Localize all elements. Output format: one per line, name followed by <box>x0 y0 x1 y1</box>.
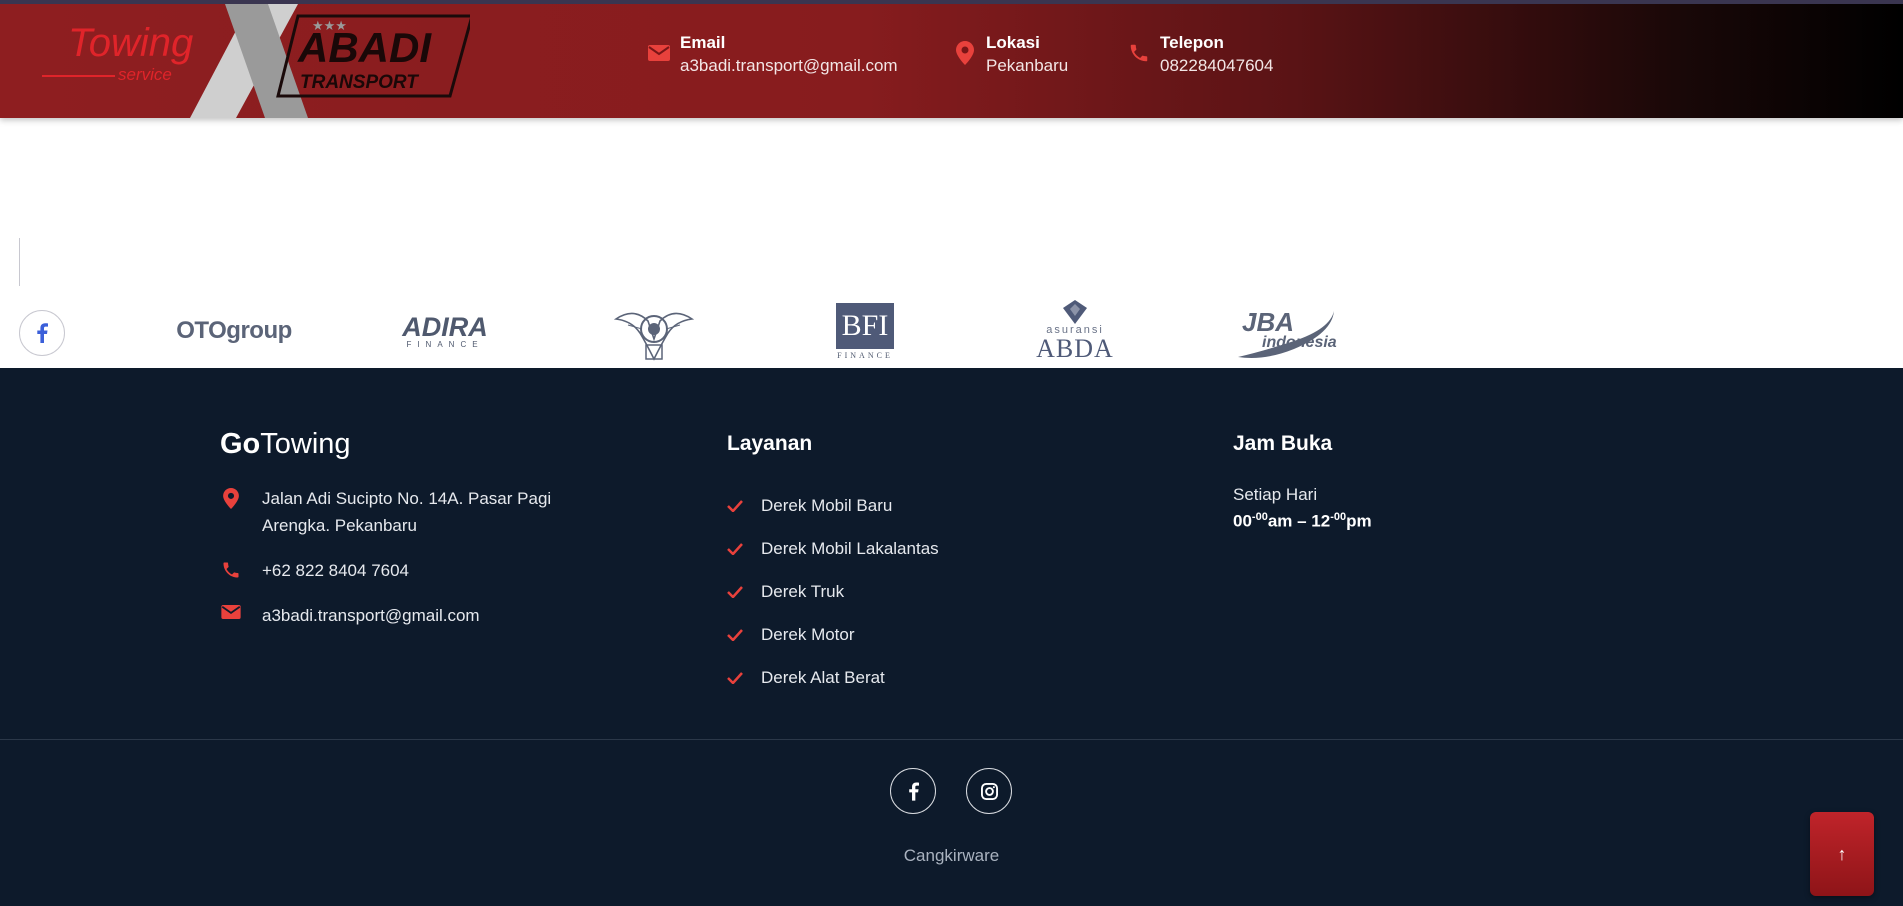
svg-text:★★★: ★★★ <box>312 19 347 34</box>
services-title: Layanan <box>727 432 813 455</box>
phone-value: 082284047604 <box>1160 56 1274 75</box>
envelope-icon <box>646 40 672 66</box>
partner-logo-abda: asuransi ABDA <box>1032 295 1118 367</box>
service-item[interactable]: Derek Alat Berat <box>727 656 1087 699</box>
logo-word-transport: TRANSPORT <box>300 72 419 93</box>
footer-email[interactable]: a3badi.transport@gmail.com <box>220 602 640 629</box>
footer-phone[interactable]: +62 822 8404 7604 <box>220 557 640 584</box>
logo-word-towing: Towing <box>68 21 193 65</box>
footer-address: Jalan Adi Sucipto No. 14A. Pasar Pagi Ar… <box>220 485 640 539</box>
envelope-icon <box>220 605 242 619</box>
hours-title: Jam Buka <box>1233 432 1333 455</box>
service-label: Derek Mobil Lakalantas <box>761 538 939 558</box>
footer-contact-column: GoTowing Jalan Adi Sucipto No. 14A. Pasa… <box>220 428 640 647</box>
social-rail-line-top <box>19 238 20 286</box>
footer-hours-column: Jam Buka Setiap Hari 00-00am – 12-00pm <box>1233 428 1593 533</box>
address-text: Jalan Adi Sucipto No. 14A. Pasar Pagi Ar… <box>262 489 552 535</box>
svg-text:indonesia: indonesia <box>1262 334 1337 351</box>
phone-icon <box>1126 40 1152 66</box>
svg-text:JBA: JBA <box>1242 307 1294 337</box>
service-label: Derek Mobil Baru <box>761 495 893 515</box>
hours-label: Setiap Hari <box>1233 485 1318 504</box>
phone-text: +62 822 8404 7604 <box>262 561 410 580</box>
header-email[interactable]: Email a3badi.transport@gmail.com <box>646 32 898 78</box>
back-to-top-button[interactable]: ↑ <box>1810 812 1874 896</box>
partner-logo-bfi: BFI FINANCE <box>834 295 896 367</box>
service-item[interactable]: Derek Mobil Lakalantas <box>727 527 1087 570</box>
footer-instagram-button[interactable] <box>966 768 1012 814</box>
check-icon <box>727 499 743 512</box>
check-icon <box>727 542 743 555</box>
footer-credit[interactable]: Cangkirware <box>0 846 1903 866</box>
email-text: a3badi.transport@gmail.com <box>262 606 480 625</box>
services-list: Derek Mobil Baru Derek Mobil Lakalantas De… <box>727 484 1087 699</box>
email-label: Email <box>680 33 726 52</box>
map-pin-icon <box>220 488 242 509</box>
company-logo[interactable]: Towing service ABADI TRANSPORT ★★★ <box>40 4 470 118</box>
hours-value: 00-00am – 12-00pm <box>1233 511 1372 531</box>
facebook-icon <box>908 782 919 801</box>
check-icon <box>727 628 743 641</box>
location-value: Pekanbaru <box>986 56 1069 75</box>
location-label: Lokasi <box>986 33 1040 52</box>
instagram-icon <box>980 782 998 800</box>
top-header-bar: Towing service ABADI TRANSPORT ★★★ Email… <box>0 0 1903 118</box>
check-icon <box>727 671 743 684</box>
service-item[interactable]: Derek Mobil Baru <box>727 484 1087 527</box>
map-pin-icon <box>952 40 978 66</box>
footer-brand: GoTowing <box>220 428 351 460</box>
service-item[interactable]: Derek Motor <box>727 613 1087 656</box>
partner-logos-strip: OTOgroup ADIRA FINANCE BFI FINANCE asura… <box>0 295 1903 367</box>
service-label: Derek Motor <box>761 624 855 644</box>
partner-logo-otogroup: OTOgroup <box>176 317 292 344</box>
check-icon <box>727 585 743 598</box>
partner-logo-emblem <box>612 295 696 367</box>
service-label: Derek Truk <box>761 581 845 601</box>
service-item[interactable]: Derek Truk <box>727 570 1087 613</box>
partner-logo-jba: JBA indonesia <box>1234 295 1340 367</box>
footer-facebook-button[interactable] <box>890 768 936 814</box>
header-phone[interactable]: Telepon 082284047604 <box>1126 32 1273 78</box>
phone-icon <box>220 560 242 580</box>
partner-logo-adira: ADIRA FINANCE <box>402 311 488 349</box>
service-label: Derek Alat Berat <box>761 667 885 687</box>
arrow-up-icon: ↑ <box>1837 843 1847 864</box>
footer-services-column: Layanan Derek Mobil Baru Derek Mobil Laka… <box>727 428 1087 699</box>
email-value: a3badi.transport@gmail.com <box>680 56 898 75</box>
footer-divider <box>0 739 1903 740</box>
logo-word-service: service <box>118 65 172 84</box>
phone-label: Telepon <box>1160 33 1224 52</box>
site-footer: GoTowing Jalan Adi Sucipto No. 14A. Pasa… <box>0 368 1903 906</box>
header-location: Lokasi Pekanbaru <box>952 32 1068 78</box>
